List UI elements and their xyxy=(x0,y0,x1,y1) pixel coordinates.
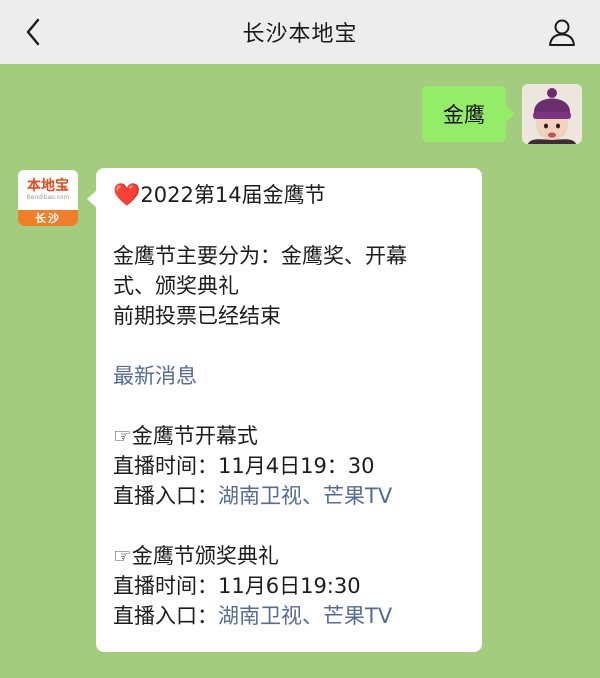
back-button[interactable] xyxy=(18,14,48,50)
incoming-message-bubble: ❤️2022第14届金鹰节 金鹰节主要分为：金鹰奖、开幕 式、颁奖典礼 前期投票… xyxy=(87,168,482,652)
event2-entry: 直播入口：湖南卫视、芒果TV xyxy=(113,601,468,631)
event1-time: 直播时间：11月4日19：30 xyxy=(113,454,375,478)
pointing-hand-icon: ☞ xyxy=(113,424,132,448)
chat-title: 长沙本地宝 xyxy=(242,22,358,47)
hunan-tv-link[interactable]: 湖南卫视 xyxy=(218,484,302,508)
event1-title: ☞金鹰节开幕式 xyxy=(113,421,468,451)
official-account-avatar[interactable]: 本地宝 Bendibao.com 长沙 xyxy=(18,170,78,226)
headline-text: 2022第14届金鹰节 xyxy=(140,183,326,207)
event2-entry-label: 直播入口： xyxy=(113,604,218,628)
heart-icon: ❤️ xyxy=(113,183,141,208)
logo-city-text: 长沙 xyxy=(18,210,78,226)
hunan-tv-link[interactable]: 湖南卫视 xyxy=(218,604,302,628)
intro-line-3: 前期投票已经结束 xyxy=(113,304,281,328)
profile-button[interactable] xyxy=(544,14,580,50)
event2-title: ☞金鹰节颁奖典礼 xyxy=(113,541,468,571)
event1-entry: 直播入口：湖南卫视、芒果TV xyxy=(113,481,468,511)
event1-title-text: 金鹰节开幕式 xyxy=(131,424,258,448)
top-bar: 长沙本地宝 xyxy=(0,0,600,64)
intro-line-1: 金鹰节主要分为：金鹰奖、开幕 xyxy=(113,244,407,268)
bendibao-logo: 本地宝 Bendibao.com xyxy=(18,170,78,210)
intro-line-2: 式、颁奖典礼 xyxy=(113,274,239,298)
outgoing-message-text: 金鹰 xyxy=(443,103,485,127)
link-separator: 、 xyxy=(302,604,323,628)
pointing-hand-icon: ☞ xyxy=(113,544,132,568)
latest-news-link[interactable]: 最新消息 xyxy=(113,361,468,391)
headline: ❤️2022第14届金鹰节 xyxy=(113,180,468,211)
event1-entry-label: 直播入口： xyxy=(113,484,218,508)
chevron-left-icon xyxy=(26,18,40,46)
child-photo-avatar xyxy=(522,84,582,144)
event2-title-text: 金鹰节颁奖典礼 xyxy=(131,544,279,568)
outgoing-message-bubble[interactable]: 金鹰 xyxy=(422,86,515,142)
person-icon xyxy=(549,19,575,46)
my-avatar[interactable] xyxy=(522,84,582,144)
mango-tv-link[interactable]: 芒果TV xyxy=(323,604,392,628)
event2-time: 直播时间：11月6日19:30 xyxy=(113,574,361,598)
logo-sub-text: Bendibao.com xyxy=(26,194,70,201)
logo-main-text: 本地宝 xyxy=(27,178,69,194)
mango-tv-link[interactable]: 芒果TV xyxy=(323,484,392,508)
link-separator: 、 xyxy=(302,484,323,508)
